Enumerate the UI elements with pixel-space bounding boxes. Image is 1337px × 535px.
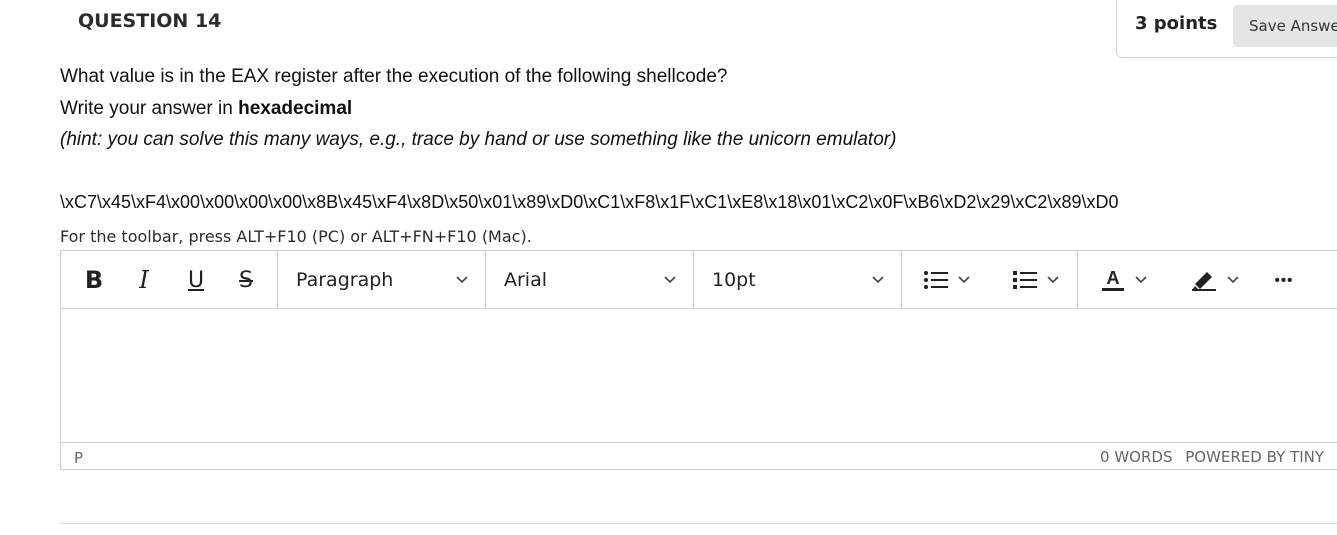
question-title: QUESTION 14 [78,10,222,32]
chevron-down-icon [456,276,468,284]
color-group: A ••• [1078,251,1292,309]
font-size-label: 10pt [712,269,756,291]
rich-text-editor: B I U S Paragraph Arial 10pt A ••• P 0 W… [60,250,1337,470]
divider [60,523,1337,524]
element-path[interactable]: P [74,449,83,467]
question-hint: (hint: you can solve this many ways, e.g… [60,129,897,150]
chevron-down-icon [1047,276,1059,284]
block-format-label: Paragraph [296,269,394,291]
editor-content-area[interactable] [61,309,1337,442]
highlight-button[interactable] [1182,261,1248,299]
text-color-icon: A [1102,268,1124,291]
block-format-dropdown[interactable]: Paragraph [278,251,486,309]
points-label: 3 points [1135,13,1218,34]
answer-format-prefix: Write your answer in [60,98,239,119]
list-group [902,251,1078,309]
save-answer-button[interactable]: Save Answer [1233,5,1337,47]
bullet-list-icon [924,271,948,289]
editor-statusbar: P 0 WORDS POWERED BY TINY [61,442,1337,470]
answer-format-bold: hexadecimal [238,98,353,119]
points-panel: 3 points Save Answer [1116,0,1337,58]
underline-button[interactable]: U [179,261,213,299]
word-count[interactable]: 0 WORDS [1100,448,1172,466]
question-page: QUESTION 14 3 points Save Answer What va… [0,0,1337,535]
strikethrough-button[interactable]: S [229,261,263,299]
numbered-list-button[interactable] [1006,261,1066,299]
highlight-icon [1192,272,1216,291]
powered-by-link[interactable]: POWERED BY TINY [1185,448,1324,466]
font-family-dropdown[interactable]: Arial [486,251,694,309]
chevron-down-icon [958,276,970,284]
bullet-list-button[interactable] [920,261,974,299]
numbered-list-icon [1013,271,1037,289]
shellcode-text: \xC7\x45\xF4\x00\x00\x00\x00\x8B\x45\xF4… [60,192,1119,212]
editor-toolbar: B I U S Paragraph Arial 10pt A ••• [61,251,1337,309]
svg-text:A: A [1107,268,1120,288]
italic-button[interactable]: I [127,261,161,299]
format-group: B I U S [61,251,278,309]
question-prompt: What value is in the EAX register after … [60,66,728,87]
chevron-down-icon [664,276,676,284]
font-family-label: Arial [504,269,548,291]
status-right: 0 WORDS POWERED BY TINY [1092,448,1324,466]
toolbar-hint: For the toolbar, press ALT+F10 (PC) or A… [60,227,532,246]
font-size-dropdown[interactable]: 10pt [694,251,902,309]
text-color-button[interactable]: A [1096,261,1152,299]
chevron-down-icon [872,276,884,284]
bold-button[interactable]: B [77,261,111,299]
answer-format: Write your answer in hexadecimal [60,98,352,120]
more-options-button[interactable]: ••• [1262,261,1306,299]
chevron-down-icon [1227,276,1239,284]
chevron-down-icon [1135,276,1147,284]
